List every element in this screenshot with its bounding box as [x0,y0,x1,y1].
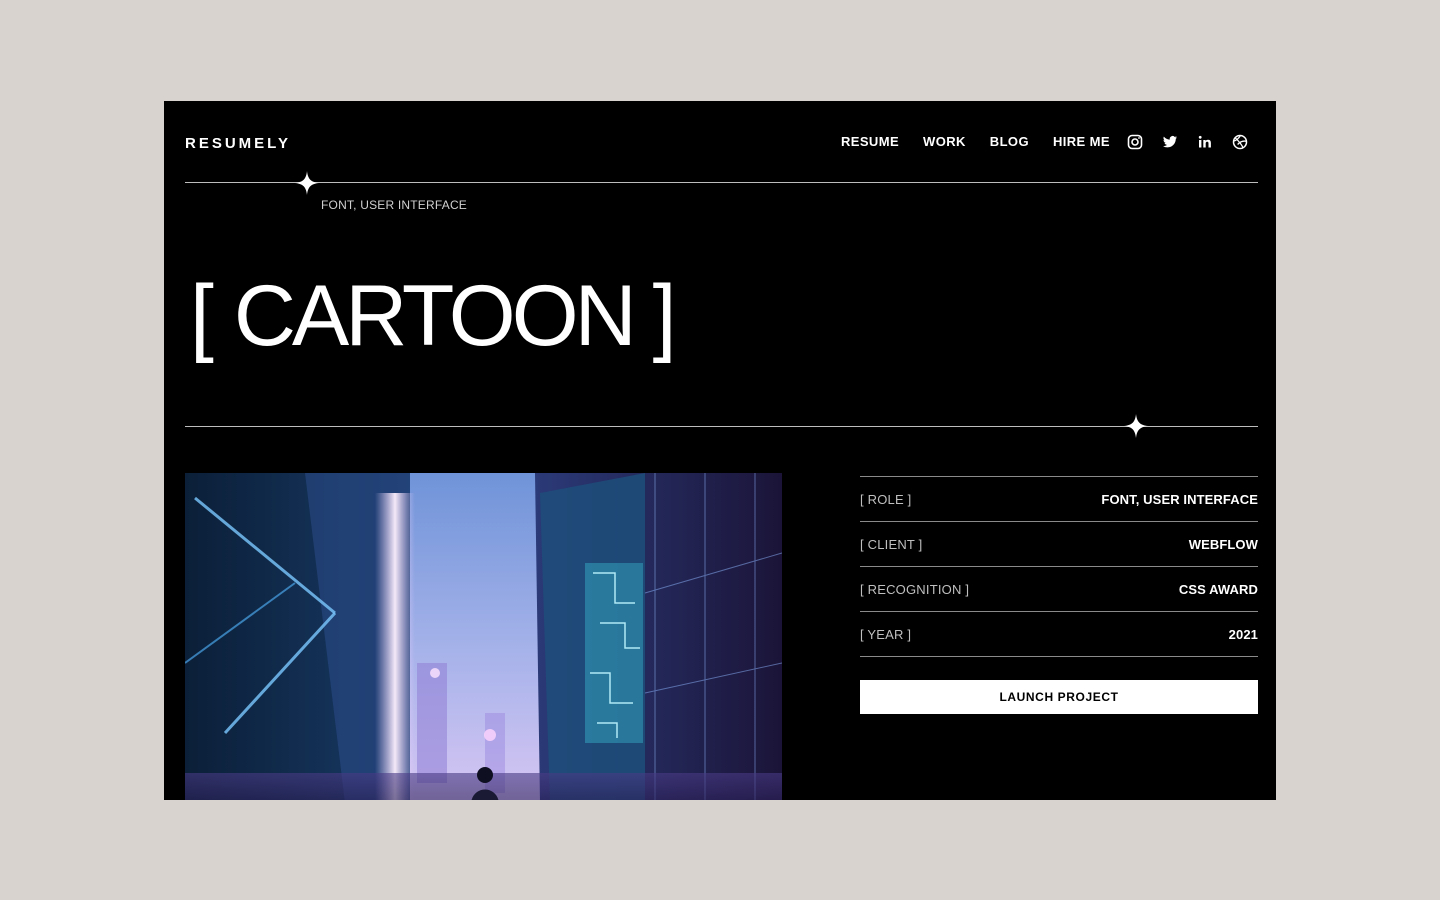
page-title: [ CARTOON ] [190,264,677,368]
detail-value: WEBFLOW [1188,536,1258,552]
nav-item-work[interactable]: WORK [923,134,966,149]
main-nav: RESUME WORK BLOG HIRE ME [841,134,1134,149]
detail-label: [ CLIENT ] [860,536,923,552]
divider-middle [185,426,1258,427]
title-text: CARTOON [233,268,637,364]
title-bracket-open: [ [190,268,214,364]
nav-item-hire-me[interactable]: HIRE ME [1053,134,1110,149]
nav-item-blog[interactable]: BLOG [990,134,1029,149]
detail-row-role: [ ROLE ] FONT, USER INTERFACE [860,476,1258,521]
detail-label: [ ROLE ] [860,491,912,507]
twitter-icon[interactable] [1161,133,1179,151]
sparkle-icon [1124,414,1148,438]
detail-value: CSS AWARD [1178,581,1258,597]
divider-top [185,182,1258,183]
social-links [1126,133,1249,151]
detail-value: FONT, USER INTERFACE [1101,491,1258,507]
instagram-icon[interactable] [1126,133,1144,151]
project-details: [ ROLE ] FONT, USER INTERFACE [ CLIENT ]… [860,476,1258,657]
project-page: RESUMELY RESUME WORK BLOG HIRE ME FONT, … [164,101,1276,800]
linkedin-icon[interactable] [1196,133,1214,151]
dribbble-icon[interactable] [1231,133,1249,151]
title-bracket-close: ] [652,268,677,364]
nav-item-resume[interactable]: RESUME [841,134,899,149]
detail-label: [ RECOGNITION ] [860,581,970,597]
detail-row-year: [ YEAR ] 2021 [860,611,1258,657]
launch-project-button[interactable]: LAUNCH PROJECT [860,680,1258,714]
detail-row-recognition: [ RECOGNITION ] CSS AWARD [860,566,1258,611]
detail-label: [ YEAR ] [860,626,912,642]
sparkle-icon [295,171,319,195]
project-image [185,473,782,800]
project-subtitle: FONT, USER INTERFACE [321,198,468,212]
detail-value: 2021 [1228,626,1258,642]
detail-row-client: [ CLIENT ] WEBFLOW [860,521,1258,566]
brand-logo[interactable]: RESUMELY [185,135,291,152]
